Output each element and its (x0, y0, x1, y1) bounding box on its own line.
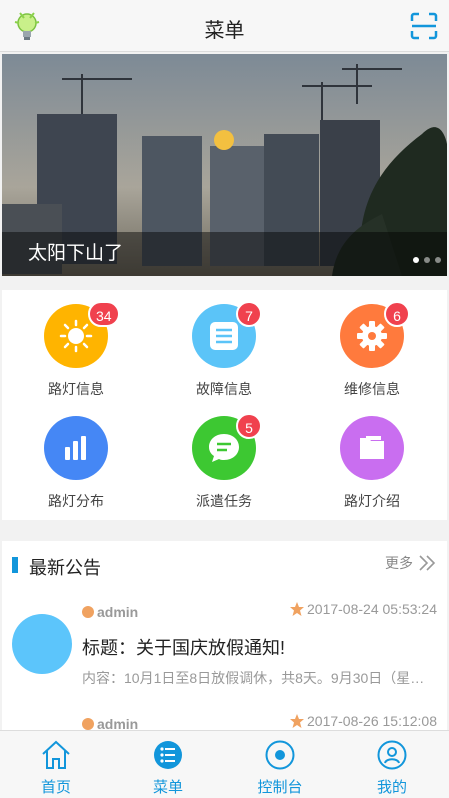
tab-label: 首页 (40, 779, 71, 796)
notice-author: admin (82, 604, 138, 620)
notice-section: 最新公告 更多 admin 2017-08-24 05:53:24 标题：关于国… (2, 541, 447, 741)
grid-item-label: 路灯信息 (48, 381, 104, 397)
folder-icon (360, 436, 384, 459)
count-badge: 5 (236, 413, 262, 439)
notice-time: 2017-08-24 05:53:24 (289, 601, 437, 617)
home-icon (42, 740, 70, 769)
time-text: 2017-08-24 05:53:24 (307, 601, 437, 617)
author-dot-icon (82, 606, 94, 618)
author-dot-icon (82, 718, 94, 730)
sun-icon (59, 319, 93, 353)
carousel-dot[interactable] (424, 257, 430, 263)
grid-item-streetlight-distribution[interactable]: 路灯分布 (2, 402, 150, 514)
scan-icon[interactable] (409, 11, 439, 41)
grid-item-label: 派遣任务 (196, 493, 252, 509)
grid-item-dispatch-task[interactable]: 5 派遣任务 (150, 402, 298, 514)
tab-home[interactable]: 首页 (0, 731, 112, 798)
bar-chart-icon (65, 436, 86, 460)
grid-item-label: 路灯介绍 (344, 493, 400, 509)
console-icon (265, 740, 295, 770)
carousel-dots (413, 257, 441, 263)
tab-label: 菜单 (152, 779, 183, 796)
bottom-tab-bar: 首页 菜单 控制台 我的 (0, 730, 449, 798)
count-badge: 34 (88, 301, 120, 327)
user-icon (377, 740, 407, 770)
count-badge: 7 (236, 301, 262, 327)
more-label: 更多 (385, 555, 413, 571)
tab-label: 我的 (376, 779, 407, 796)
notice-item[interactable]: admin 2017-08-24 05:53:24 标题：关于国庆放假通知! 内… (2, 579, 447, 689)
icon-circle (340, 416, 404, 480)
tab-label: 控制台 (257, 779, 303, 796)
tab-mine[interactable]: 我的 (336, 731, 448, 798)
notice-title: 标题：关于国庆放假通知! (82, 638, 285, 658)
top-bar: 菜单 (0, 0, 449, 52)
notice-content: 内容：10月1日至8日放假调休，共8天。9月30日（星期六）上班。 (82, 670, 432, 686)
tab-menu[interactable]: 菜单 (112, 731, 224, 798)
grid-item-streetlight-intro[interactable]: 路灯介绍 (298, 402, 446, 514)
tab-console[interactable]: 控制台 (224, 731, 336, 798)
count-badge: 6 (384, 301, 410, 327)
banner-caption: 太阳下山了 (28, 243, 124, 264)
notice-time: 2017-08-26 15:12:08 (289, 713, 437, 729)
section-marker (12, 557, 18, 573)
carousel-dot[interactable] (413, 257, 419, 263)
document-list-icon (210, 322, 238, 350)
time-text: 2017-08-26 15:12:08 (307, 713, 437, 729)
gear-icon (357, 321, 387, 351)
grid-item-label: 故障信息 (196, 381, 252, 397)
grid-item-fault-info[interactable]: 7 故障信息 (150, 290, 298, 402)
grid-item-streetlight-info[interactable]: 34 路灯信息 (2, 290, 150, 402)
star-icon (290, 602, 304, 616)
grid-item-label: 维修信息 (344, 381, 400, 397)
banner-carousel[interactable]: 太阳下山了 (2, 54, 447, 276)
chat-bubble-icon (209, 434, 239, 462)
avatar (12, 614, 72, 674)
grid-item-repair-info[interactable]: 6 维修信息 (298, 290, 446, 402)
double-chevron-right-icon (419, 555, 436, 571)
author-name: admin (97, 604, 139, 620)
menu-list-icon (154, 741, 182, 769)
more-link[interactable]: 更多 (385, 553, 437, 573)
carousel-dot[interactable] (435, 257, 441, 263)
star-icon (290, 714, 304, 728)
icon-circle (44, 416, 108, 480)
function-grid: 34 路灯信息 7 故障信息 6 维修信息 路灯分布 5 派遣任务 路灯介绍 (2, 290, 447, 520)
section-title: 最新公告 (29, 558, 101, 578)
page-title: 菜单 (204, 20, 245, 42)
grid-item-label: 路灯分布 (48, 493, 104, 509)
